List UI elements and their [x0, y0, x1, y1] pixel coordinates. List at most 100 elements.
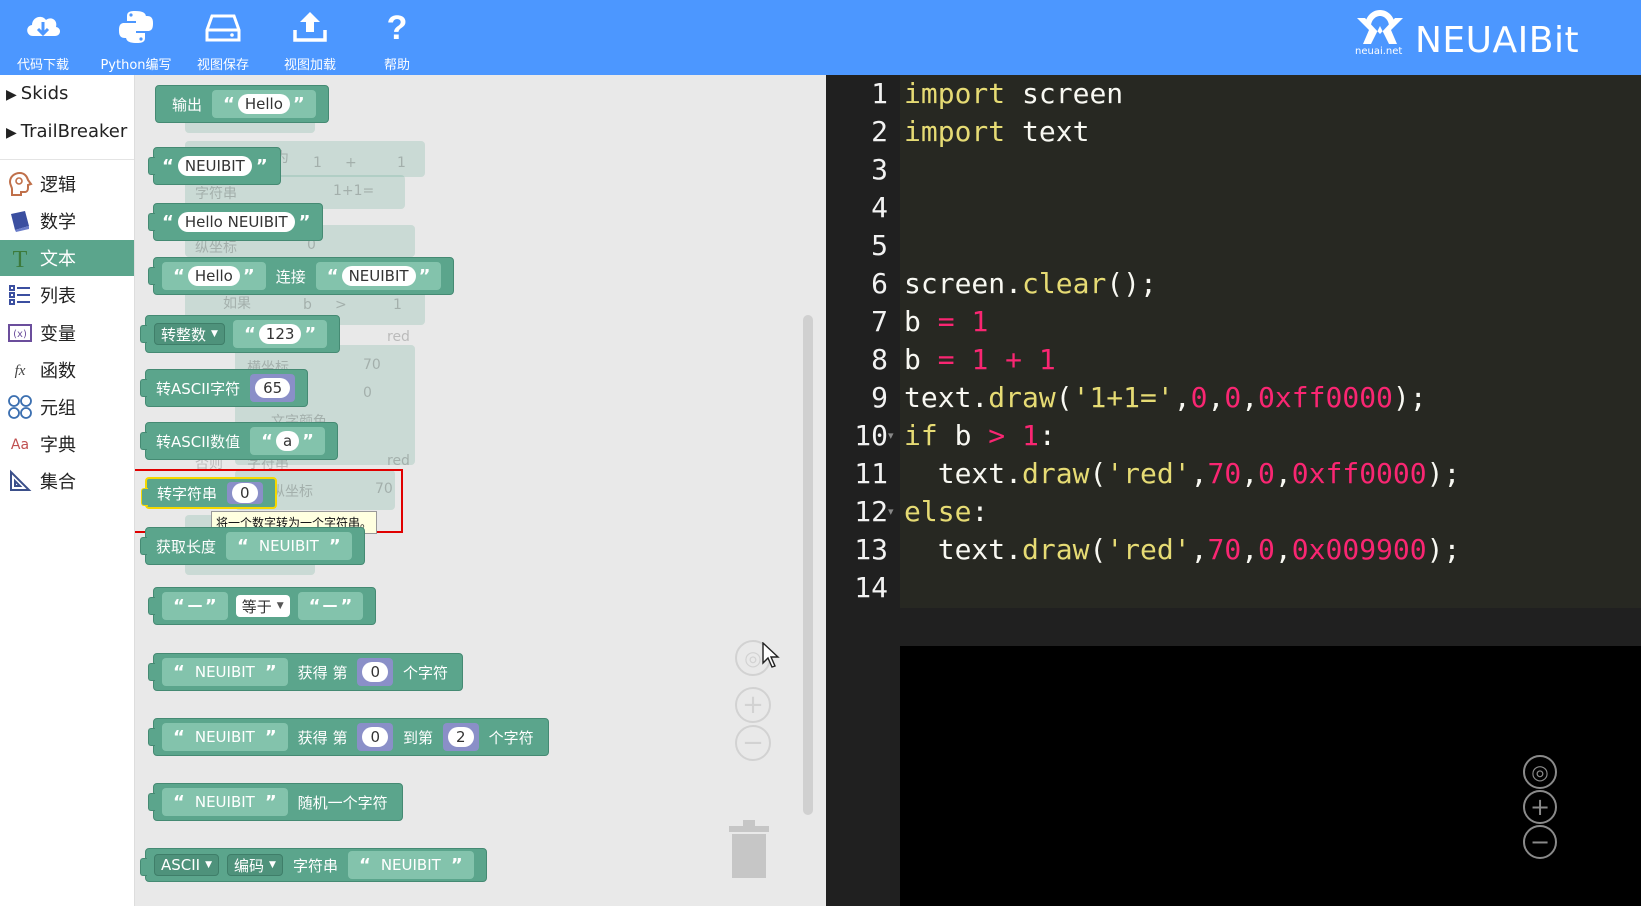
to-ascii-num-block[interactable]: 转ASCII数值 “a”: [140, 422, 338, 460]
number-field[interactable]: 2: [448, 727, 474, 747]
encoding-dropdown[interactable]: ASCII ▼: [154, 854, 220, 876]
python-edit-button[interactable]: Python编写: [93, 0, 179, 75]
string-field[interactable]: NEUIBIT: [374, 855, 448, 875]
view-save-label: 视图保存: [196, 58, 249, 73]
string-field[interactable]: NEUIBIT: [188, 662, 262, 682]
string-field[interactable]: Hello: [237, 94, 290, 114]
compare-block[interactable]: “” 等于 ▼ “”: [148, 587, 377, 625]
string-input[interactable]: “NEUIBIT”: [315, 262, 442, 290]
fold-arrow-icon[interactable]: ▾: [888, 417, 898, 455]
open-quote-icon: “: [173, 265, 185, 287]
string-input[interactable]: “NEUIBIT”: [162, 658, 288, 686]
category-math[interactable]: 数学: [0, 203, 134, 239]
string-field[interactable]: 123: [258, 324, 302, 344]
category-dictionary[interactable]: Aa 字典: [0, 426, 134, 462]
text-literal-block[interactable]: “ Hello NEUIBIT ”: [148, 203, 324, 241]
string-field[interactable]: NEUIBIT: [188, 727, 262, 747]
category-logic[interactable]: 逻辑: [0, 166, 134, 202]
string-input[interactable]: “”: [162, 592, 228, 620]
substring-label: 获得 第: [297, 728, 348, 747]
fold-arrow-icon[interactable]: ▾: [888, 493, 898, 531]
string-field[interactable]: [323, 605, 338, 607]
substring-to-label: 到第: [403, 728, 434, 747]
char-at-block[interactable]: “NEUIBIT” 获得 第 0 个字符: [148, 653, 464, 691]
sidebar-divider: [0, 159, 134, 160]
text-t-icon: T: [6, 244, 34, 272]
help-button[interactable]: ? 帮助: [354, 0, 440, 75]
close-quote-icon: ”: [418, 265, 431, 287]
length-block[interactable]: 获取长度 “NEUIBIT”: [140, 527, 365, 565]
close-quote-icon: ”: [242, 265, 255, 287]
string-input[interactable]: “NEUIBIT”: [162, 723, 288, 751]
number-input[interactable]: 0: [357, 658, 393, 686]
string-input[interactable]: “NEUIBIT”: [226, 532, 352, 560]
string-input[interactable]: “NEUIBIT”: [347, 851, 474, 879]
to-ascii-char-block[interactable]: 转ASCII字符 65: [140, 369, 309, 407]
svg-text:fx: fx: [15, 363, 26, 379]
category-tuple-label: 元组: [40, 398, 76, 419]
extension-skids[interactable]: ▶ Skids: [6, 83, 68, 104]
string-input[interactable]: “a”: [250, 427, 325, 455]
string-input[interactable]: “”: [297, 592, 364, 620]
download-code-button[interactable]: 代码下载: [0, 0, 86, 75]
text-join-block[interactable]: “Hello” 连接 “NEUIBIT”: [148, 257, 455, 295]
string-field[interactable]: NEUIBIT: [188, 792, 262, 812]
number-field[interactable]: 0: [362, 662, 388, 682]
category-set[interactable]: 集合: [0, 463, 134, 499]
string-field[interactable]: NEUIBIT: [177, 156, 252, 176]
category-text[interactable]: T 文本: [0, 240, 134, 276]
number-input[interactable]: 65: [250, 374, 296, 402]
string-input[interactable]: “NEUIBIT”: [162, 788, 288, 816]
editor-zoom-out-icon[interactable]: −: [1523, 825, 1557, 859]
string-input[interactable]: “Hello”: [212, 90, 316, 118]
view-save-button[interactable]: 视图保存: [180, 0, 266, 75]
compare-op-dropdown[interactable]: 等于 ▼: [235, 595, 290, 617]
string-field[interactable]: Hello: [187, 266, 240, 286]
string-input[interactable]: “Hello”: [162, 262, 266, 290]
python-code-editor[interactable]: 1 2 3 4 5 6 7 8 9 10 11 12 13 14 ▾ ▾ imp…: [826, 75, 1641, 906]
string-field[interactable]: NEUIBIT: [252, 536, 326, 556]
number-input[interactable]: 0: [357, 723, 393, 751]
mouse-cursor-icon: [762, 642, 780, 668]
blockly-workspace[interactable]: 赋值为 1 + 1 字符串 1+1= 纵坐标 0 如果 b > 1 横坐标 re…: [135, 75, 826, 906]
category-sidebar: ▶ Skids ▶ TrailBreaker 逻辑 数学 T 文本 列表 (x) 变…: [0, 75, 135, 906]
encode-op-dropdown[interactable]: 编码 ▼: [227, 854, 283, 876]
brand-name: NEUAIBit: [1415, 20, 1580, 61]
number-input[interactable]: 2: [443, 723, 479, 751]
line-number: 12: [854, 495, 888, 528]
substring-block[interactable]: “NEUIBIT” 获得 第 0 到第 2 个字符: [148, 718, 549, 756]
print-block[interactable]: 输出 “Hello”: [155, 85, 329, 123]
trash-icon[interactable]: [727, 820, 771, 878]
string-field[interactable]: [187, 605, 202, 607]
text-literal-block[interactable]: “ NEUIBIT ”: [148, 147, 281, 185]
category-function[interactable]: fx 函数: [0, 352, 134, 388]
editor-recenter-icon[interactable]: ◎: [1523, 755, 1557, 789]
random-char-block[interactable]: “NEUIBIT” 随机一个字符: [148, 783, 403, 821]
number-field[interactable]: 65: [255, 378, 291, 398]
dropdown-arrow-icon: ▼: [276, 601, 284, 611]
encode-block[interactable]: ASCII ▼ 编码 ▼ 字符串 “NEUIBIT”: [140, 848, 487, 882]
to-int-dropdown[interactable]: 转整数 ▼: [154, 323, 225, 345]
view-load-button[interactable]: 视图加载: [267, 0, 353, 75]
flyout-scrollbar[interactable]: [803, 315, 813, 815]
string-input[interactable]: “123”: [232, 320, 328, 348]
drive-save-icon: [205, 14, 241, 42]
workspace-zoom-in-icon[interactable]: +: [735, 687, 771, 723]
workspace-zoom-out-icon[interactable]: −: [735, 725, 771, 761]
category-tuple[interactable]: 元组: [0, 389, 134, 425]
dropdown-arrow-icon: ▼: [205, 860, 213, 870]
number-field[interactable]: 0: [362, 727, 388, 747]
open-quote-icon: “: [308, 595, 321, 617]
category-variable[interactable]: (x) 变量: [0, 315, 134, 351]
code-line: screen.clear();: [904, 267, 1157, 300]
string-field[interactable]: NEUIBIT: [341, 266, 416, 286]
extension-trailbreaker[interactable]: ▶ TrailBreaker: [6, 121, 127, 142]
python-edit-label: Python编写: [100, 58, 172, 73]
category-list[interactable]: 列表: [0, 277, 134, 313]
to-int-label: 转整数: [161, 325, 207, 344]
function-fx-icon: fx: [6, 356, 34, 384]
editor-zoom-in-icon[interactable]: +: [1523, 790, 1557, 824]
string-field[interactable]: Hello NEUIBIT: [177, 212, 295, 232]
to-int-block[interactable]: 转整数 ▼ “123”: [140, 315, 341, 353]
string-field[interactable]: a: [275, 431, 300, 451]
